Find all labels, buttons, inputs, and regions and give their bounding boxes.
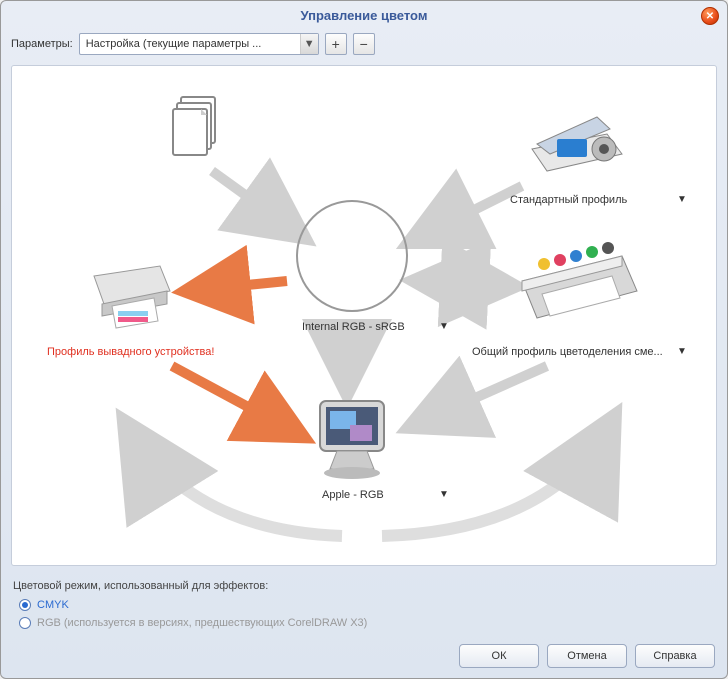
add-preset-button[interactable]: + [325,33,347,55]
parameters-row: Параметры: Настройка (текущие параметры … [1,29,727,59]
settings-preset-combo[interactable]: Настройка (текущие параметры ... ▼ [79,33,319,55]
radio-rgb-label: RGB (используется в версиях, предшествую… [37,617,367,629]
radio-cmyk-row[interactable]: CMYK [13,596,715,614]
combo-dropdown-button[interactable]: ▼ [300,34,318,54]
close-button[interactable]: ✕ [701,7,719,25]
dialog-buttons: ОК Отмена Справка [1,638,727,678]
curve-right [382,421,612,536]
monitor-label: Apple - RGB [322,489,384,501]
scanner-node[interactable] [522,96,632,181]
rgb-dropdown[interactable]: ▼ [439,321,449,332]
scanner-label: Стандартный профиль [510,194,627,206]
parameters-label: Параметры: [11,38,73,50]
monitor-icon [302,391,402,486]
rgb-label: Internal RGB - sRGB [302,321,405,333]
radio-cmyk[interactable] [19,599,31,611]
arrow-rgb-press [417,281,512,286]
close-icon: ✕ [706,11,714,22]
monitor-dropdown[interactable]: ▼ [439,489,449,500]
press-label: Общий профиль цветоделения сме... [472,346,663,358]
diagram-canvas: Стандартный профиль ▼ Internal RGB - sRG… [11,65,717,566]
minus-icon: − [360,36,368,52]
press-icon [512,236,642,326]
arrow-press-to-monitor [412,366,547,426]
printer-node[interactable] [82,256,182,331]
printer-label: Профиль вывадного устройства! [47,346,214,358]
plus-icon: + [332,36,340,52]
press-dropdown[interactable]: ▼ [677,346,687,357]
effects-heading: Цветовой режим, использованный для эффек… [13,580,715,592]
arrow-rgb-to-printer [187,281,287,291]
window-title: Управление цветом [301,8,428,23]
arrow-scanner-to-rgb [412,186,522,241]
effects-mode-group: Цветовой режим, использованный для эффек… [1,572,727,638]
chevron-down-icon: ▼ [304,38,315,50]
arrow-docs-to-rgb [212,171,302,236]
ok-button[interactable]: ОК [459,644,539,668]
scanner-icon [522,99,632,179]
radio-cmyk-label: CMYK [37,599,69,611]
rgb-center-node[interactable] [292,196,412,316]
documents-icon [167,91,227,161]
arrow-printer-to-monitor [172,366,302,436]
remove-preset-button[interactable]: − [353,33,375,55]
cancel-button[interactable]: Отмена [547,644,627,668]
source-documents-icon[interactable] [162,86,232,166]
printer-icon [82,256,182,331]
monitor-node[interactable] [302,391,402,486]
radio-rgb-row[interactable]: RGB (используется в версиях, предшествую… [13,614,715,632]
rgb-venn-icon [292,196,412,316]
help-button[interactable]: Справка [635,644,715,668]
settings-preset-value: Настройка (текущие параметры ... [80,38,300,50]
scanner-dropdown[interactable]: ▼ [677,194,687,205]
titlebar: Управление цветом ✕ [1,1,727,29]
press-node[interactable] [512,236,642,326]
radio-rgb[interactable] [19,617,31,629]
color-management-dialog: Управление цветом ✕ Параметры: Настройка… [0,0,728,679]
